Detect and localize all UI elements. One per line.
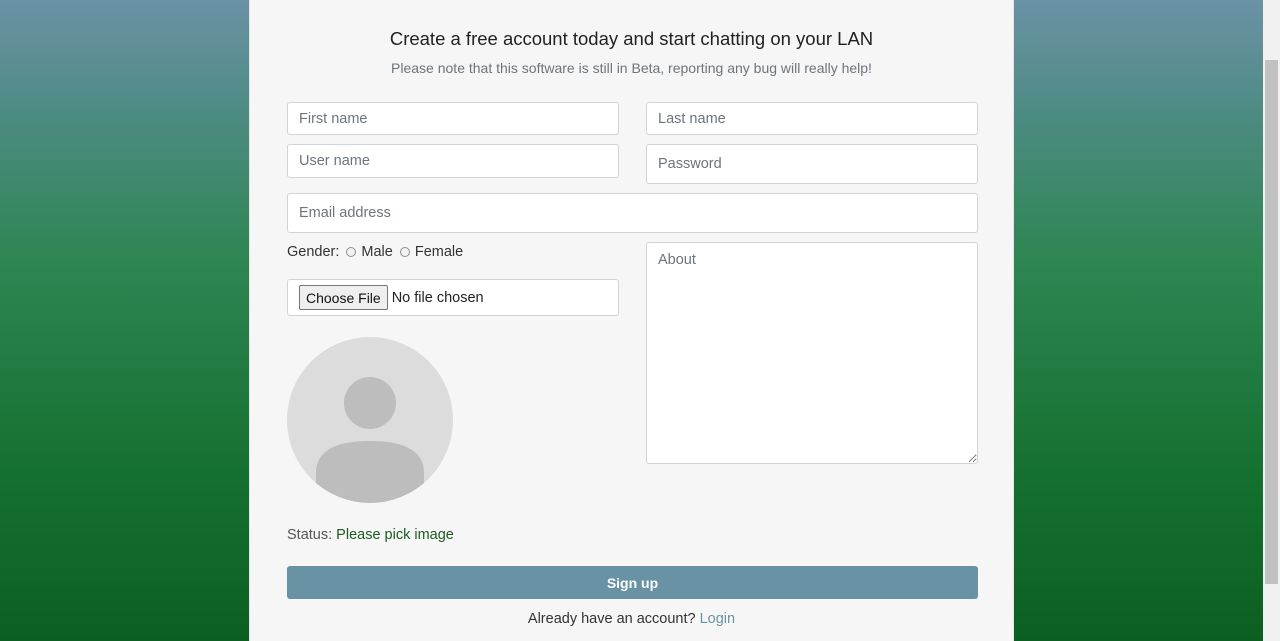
beta-notice: Please note that this software is still … — [391, 60, 872, 76]
choose-file-button[interactable]: Choose File — [299, 285, 388, 310]
user-silhouette-icon — [316, 377, 424, 503]
last-name-input[interactable] — [646, 102, 978, 135]
signup-button[interactable]: Sign up — [287, 566, 978, 599]
gender-female-radio[interactable] — [399, 247, 410, 257]
gender-male-label[interactable]: Male — [361, 244, 392, 260]
gender-group: Gender: Male Female — [287, 244, 463, 260]
avatar-file-input[interactable]: Choose File No file chosen — [287, 279, 619, 316]
scrollbar-thumb[interactable] — [1265, 60, 1278, 584]
username-input[interactable] — [287, 144, 619, 178]
status-value: Please pick image — [336, 527, 454, 543]
email-input[interactable] — [287, 193, 978, 233]
signup-card: Create a free account today and start ch… — [249, 0, 1014, 641]
login-prompt: Already have an account? Login — [250, 611, 1013, 627]
page-title: Create a free account today and start ch… — [389, 28, 874, 49]
status-label: Status: — [287, 527, 333, 543]
gender-female-label[interactable]: Female — [415, 244, 463, 260]
upload-status: Status: Please pick image — [287, 527, 454, 543]
gender-label: Gender: — [287, 244, 340, 260]
about-textarea[interactable] — [646, 242, 978, 464]
login-prompt-text: Already have an account? — [527, 611, 696, 627]
login-link[interactable]: Login — [700, 611, 735, 627]
page-scrollbar[interactable] — [1263, 0, 1280, 641]
password-input[interactable] — [646, 144, 978, 184]
avatar-placeholder — [287, 337, 453, 503]
first-name-input[interactable] — [287, 102, 619, 135]
gender-male-radio[interactable] — [346, 247, 357, 257]
file-status-text: No file chosen — [391, 289, 484, 306]
